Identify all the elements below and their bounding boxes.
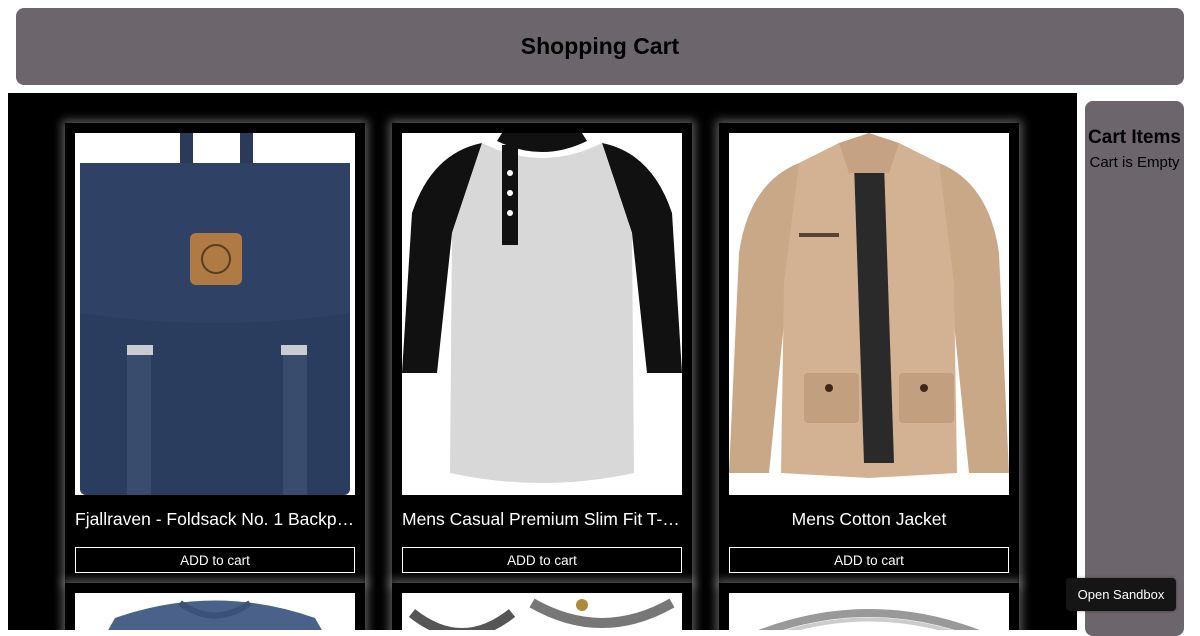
product-card: Mens Casual Premium Slim Fit T-Shirts AD…	[392, 123, 692, 583]
open-sandbox-button[interactable]: Open Sandbox	[1066, 578, 1176, 611]
product-card: Fjallraven - Foldsack No. 1 Backpack, Fi…	[65, 123, 365, 583]
page-title: Shopping Cart	[520, 33, 680, 59]
product-title[interactable]: Fjallraven - Foldsack No. 1 Backpack, Fi…	[75, 509, 355, 530]
product-card	[719, 583, 1019, 630]
add-to-cart-button[interactable]: ADD to cart	[75, 547, 355, 573]
cart-title: Cart Items	[1088, 127, 1181, 148]
cart-empty-text: Cart is Empty	[1089, 154, 1180, 171]
header: Shopping Cart	[16, 8, 1184, 85]
product-card	[65, 583, 365, 630]
product-title[interactable]: Mens Cotton Jacket	[729, 509, 1009, 530]
product-card: Mens Cotton Jacket ADD to cart	[719, 123, 1019, 583]
add-to-cart-button[interactable]: ADD to cart	[729, 547, 1009, 573]
product-card	[392, 583, 692, 630]
cart-sidebar: Cart Items Cart is Empty	[1085, 101, 1184, 636]
product-image-bracelet	[402, 593, 682, 630]
product-image-raglan-tshirt	[402, 133, 682, 495]
add-to-cart-button[interactable]: ADD to cart	[402, 547, 682, 573]
product-image-jacket	[729, 133, 1009, 495]
product-title[interactable]: Mens Casual Premium Slim Fit T-Shirts	[402, 509, 682, 530]
product-image-backpack	[75, 133, 355, 495]
product-image-ring	[729, 593, 1009, 630]
product-image-blue-tshirt	[75, 593, 355, 630]
product-grid: Fjallraven - Foldsack No. 1 Backpack, Fi…	[8, 93, 1077, 630]
